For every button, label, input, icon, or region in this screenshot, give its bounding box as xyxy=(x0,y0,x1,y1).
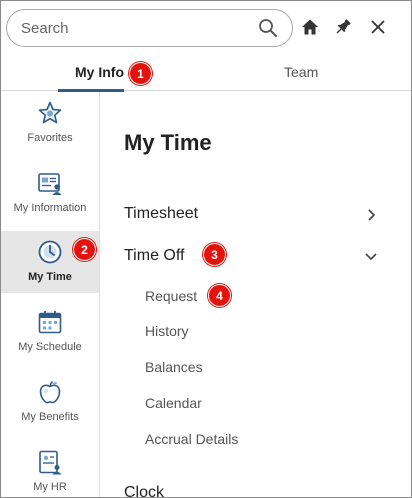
calendar-icon xyxy=(37,309,63,335)
sidebar-item-label: My Time xyxy=(28,271,72,283)
main-content: My Time Timesheet Time Off 3 Request 4 H… xyxy=(101,92,411,497)
sidebar-item-favorites[interactable]: Favorites xyxy=(1,92,99,154)
menu-item-timesheet[interactable]: Timesheet xyxy=(124,205,198,223)
tab-bar: My Info 1 Team xyxy=(1,59,411,92)
submenu-item-history[interactable]: History xyxy=(145,323,189,339)
apple-icon xyxy=(37,379,63,405)
step-badge: 2 xyxy=(73,238,96,261)
sidebar: Favorites My Information My Time 2 My Sc… xyxy=(1,92,100,497)
pin-icon[interactable] xyxy=(333,17,353,37)
search-bar[interactable] xyxy=(6,9,293,47)
hr-document-icon xyxy=(37,449,63,475)
home-icon[interactable] xyxy=(300,17,320,37)
chevron-right-icon[interactable] xyxy=(364,208,378,222)
sidebar-item-my-benefits[interactable]: My Benefits xyxy=(1,371,99,433)
step-badge: 3 xyxy=(203,243,226,266)
close-icon[interactable] xyxy=(368,17,388,37)
sidebar-item-my-information[interactable]: My Information xyxy=(1,162,99,224)
menu-item-clock[interactable]: Clock xyxy=(124,484,164,497)
star-icon xyxy=(37,100,63,126)
step-badge: 4 xyxy=(208,284,231,307)
tab-my-info[interactable]: My Info xyxy=(75,64,124,80)
chevron-down-icon[interactable] xyxy=(364,249,378,263)
page-title: My Time xyxy=(124,130,212,155)
id-card-icon xyxy=(37,170,63,196)
step-badge: 1 xyxy=(129,62,152,85)
submenu-item-calendar[interactable]: Calendar xyxy=(145,395,202,411)
submenu-item-balances[interactable]: Balances xyxy=(145,359,203,375)
search-input[interactable] xyxy=(21,19,241,37)
clock-icon xyxy=(37,239,63,265)
submenu-item-accrual-details[interactable]: Accrual Details xyxy=(145,431,238,447)
sidebar-item-my-schedule[interactable]: My Schedule xyxy=(1,301,99,363)
sidebar-item-label: My Benefits xyxy=(21,411,79,423)
sidebar-item-label: My Schedule xyxy=(18,341,82,353)
submenu-item-request[interactable]: Request xyxy=(145,288,197,304)
search-icon[interactable] xyxy=(258,18,278,38)
menu-item-time-off[interactable]: Time Off xyxy=(124,247,184,265)
app-panel: My Info 1 Team Favorites My Information … xyxy=(0,0,412,498)
sidebar-item-label: My Information xyxy=(13,202,87,214)
tab-team[interactable]: Team xyxy=(284,64,318,80)
sidebar-item-label: My HR xyxy=(33,481,67,493)
sidebar-item-my-hr[interactable]: My HR xyxy=(1,441,99,497)
sidebar-item-label: Favorites xyxy=(27,132,73,144)
